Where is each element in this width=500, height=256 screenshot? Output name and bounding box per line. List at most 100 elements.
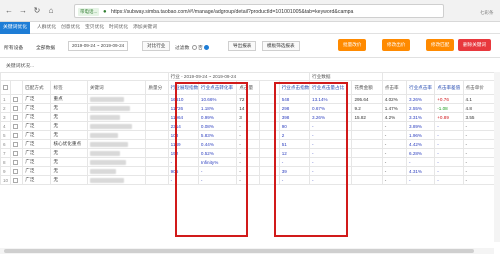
col-header-tag[interactable]: 标签 xyxy=(50,80,88,95)
select-all-checkbox[interactable] xyxy=(3,85,8,91)
spacer-cell xyxy=(258,121,280,131)
col-header-spend[interactable]: 花费金额 xyxy=(351,80,383,95)
industry-ctr-cell: 1.96% xyxy=(405,130,436,140)
row-select-checkbox[interactable] xyxy=(13,150,19,156)
modify-match-button[interactable]: 修改匹配 xyxy=(426,39,455,51)
table-row[interactable]: 1 广泛 重点 16610 10.66% 72 548 13.14% 295.64 4.02% 3.… xyxy=(0,94,500,104)
spacer-cell xyxy=(258,166,280,176)
keyword-cell[interactable] xyxy=(86,166,147,176)
industry-click-share-cell: 13.14% xyxy=(309,94,353,104)
ctr-cell: 1.47% xyxy=(381,103,407,113)
tab-crowd-optimize[interactable]: 人群优化 xyxy=(34,22,59,34)
row-select-checkbox[interactable] xyxy=(13,168,19,174)
spend-cell xyxy=(351,130,383,140)
forward-icon[interactable]: → xyxy=(18,6,28,16)
tab-item-optimize[interactable]: 宝贝优化 xyxy=(82,22,107,34)
export-report-button[interactable]: 导出报表 xyxy=(228,41,257,51)
row-select-checkbox[interactable] xyxy=(13,132,19,138)
batch-price-button[interactable]: 批量改价 xyxy=(338,39,367,51)
tab-creative-optimize[interactable]: 创意优化 xyxy=(58,22,83,34)
table-row[interactable]: 5 广泛无 103 5.83% -2- -1.96% - - xyxy=(0,130,500,140)
tab-time-optimize[interactable]: 时间优化 xyxy=(106,22,131,34)
spacer-cell xyxy=(258,94,280,104)
keyword-cell[interactable] xyxy=(86,148,147,158)
keyword-cell[interactable] xyxy=(86,112,147,122)
ctr-diff-cell: +0.89 xyxy=(434,112,464,122)
col-header-ctr-diff[interactable]: 点击率差值 xyxy=(434,80,464,95)
date-range-input[interactable]: 2019-09-24 ~ 2019-09-24 xyxy=(68,41,129,51)
row-select-checkbox[interactable] xyxy=(13,159,19,165)
ctr-cell: - xyxy=(381,121,407,131)
row-select-checkbox[interactable] xyxy=(13,105,19,111)
vertical-scrollbar[interactable] xyxy=(494,72,500,242)
col-header-clicks[interactable]: 点击量 xyxy=(236,80,260,95)
match-type: 广泛 xyxy=(22,103,52,113)
row-index: 8 xyxy=(0,157,12,167)
col-header-industry-click-index[interactable]: 行业点击指数 xyxy=(278,80,311,95)
address-bar[interactable]: 带电话... ● https://subway.simba.taobao.com… xyxy=(74,4,444,18)
row-select-checkbox[interactable] xyxy=(13,114,19,120)
col-header-check xyxy=(10,80,24,95)
keyword-cell[interactable] xyxy=(86,175,147,185)
table-row[interactable]: 2 广泛无 11726 1.18% 14 298 0.67% 9.2 1.47% 2.55% -1.… xyxy=(0,103,500,113)
redacted-keyword xyxy=(89,123,132,129)
col-header-industry-click-share[interactable]: 行业点击量占比 xyxy=(309,80,353,95)
table-row[interactable]: 4 广泛无 2314 0.08% -90- -3.89% - - xyxy=(0,121,500,131)
industry-ctr-cell: 4.31% xyxy=(405,166,436,176)
col-header-industry-impression[interactable]: 行业展现指数 xyxy=(167,80,199,95)
table-row[interactable]: 6 广泛 核心优化重点 1149 0.44% -51- -4.42% - - xyxy=(0,139,500,149)
ctr-diff-cell: - xyxy=(434,175,464,185)
tag-cell: 重点 xyxy=(50,94,88,104)
table-row[interactable]: 7 广泛无 192 0.52% -12- -6.28% - - xyxy=(0,148,500,158)
col-header-ctr[interactable]: 点击率 xyxy=(381,80,407,95)
keyword-cell[interactable] xyxy=(86,139,147,149)
col-header-industry-conversion[interactable]: 行业点击转化率 xyxy=(197,80,238,95)
delete-keyword-button[interactable]: 删除关键词 xyxy=(458,39,491,51)
col-header-industry-ctr[interactable]: 行业点击率 xyxy=(405,80,436,95)
col-header-keyword[interactable]: 关键词 xyxy=(86,80,147,95)
col-header-quality[interactable]: 质量分 xyxy=(145,80,169,95)
keyword-cell[interactable] xyxy=(86,103,147,113)
match-type: 广泛 xyxy=(22,121,52,131)
column-header-row: 匹配方式 标签 关键词 质量分 行业展现指数 行业点击转化率 点击量 行业点击指… xyxy=(0,80,500,95)
spacer-cell xyxy=(258,130,280,140)
home-icon[interactable]: ⌂ xyxy=(46,6,56,16)
quality-score-cell xyxy=(145,121,169,131)
compare-industry-button[interactable]: 对比行业 xyxy=(142,41,171,51)
back-icon[interactable]: ← xyxy=(4,6,14,16)
industry-click-index-cell: - xyxy=(278,157,311,167)
table-row[interactable]: 8 广泛无 - Infinity% - - - - - - - xyxy=(0,157,500,167)
match-type: 广泛 xyxy=(22,148,52,158)
row-select-checkbox[interactable] xyxy=(13,177,19,183)
radio-yes[interactable] xyxy=(203,45,209,51)
reload-icon[interactable]: ↻ xyxy=(32,6,42,16)
row-select-checkbox[interactable] xyxy=(13,141,19,147)
row-select-checkbox[interactable] xyxy=(13,96,19,102)
row-select-checkbox[interactable] xyxy=(13,123,19,129)
row-index: 6 xyxy=(0,139,12,149)
keyword-cell[interactable] xyxy=(86,94,147,104)
industry-click-share-cell: - xyxy=(309,166,353,176)
modify-bid-button[interactable]: 修改出价 xyxy=(382,39,411,51)
table-row[interactable]: 9 广泛无 905- -39- -4.31% - - xyxy=(0,166,500,176)
data-source-select[interactable]: 全部数据 xyxy=(36,44,55,51)
quality-score-cell xyxy=(145,157,169,167)
horizontal-scroll-thumb[interactable] xyxy=(4,249,474,253)
keyword-cell[interactable] xyxy=(86,157,147,167)
keyword-cell[interactable] xyxy=(86,121,147,131)
col-header-match[interactable]: 匹配方式 xyxy=(22,80,52,95)
table-row[interactable]: 10 广泛无 - - - - - - - - - xyxy=(0,175,500,185)
horizontal-scrollbar[interactable] xyxy=(0,248,494,254)
row-checkbox xyxy=(10,166,24,176)
tab-keyword-optimize[interactable]: 关键词优化 xyxy=(0,22,30,34)
table-row[interactable]: 3 广泛无 11964 0.99% 3 398 3.26% 15.82 4.2% 3.31% +0.… xyxy=(0,112,500,122)
keyword-cell[interactable] xyxy=(86,130,147,140)
radio-no[interactable] xyxy=(192,45,197,51)
ctr-diff-cell: - xyxy=(434,121,464,131)
url-text[interactable]: https://subway.simba.taobao.com/#!/manag… xyxy=(111,5,441,19)
template-filter-button[interactable]: 模板筛选报表 xyxy=(262,41,300,51)
device-select[interactable]: 所有设备 xyxy=(4,44,23,51)
tab-add-keyword[interactable]: 添加关键词 xyxy=(130,22,160,34)
ctr-diff-cell: - xyxy=(434,157,464,167)
filter-radio-group[interactable]: 否 xyxy=(191,44,210,51)
